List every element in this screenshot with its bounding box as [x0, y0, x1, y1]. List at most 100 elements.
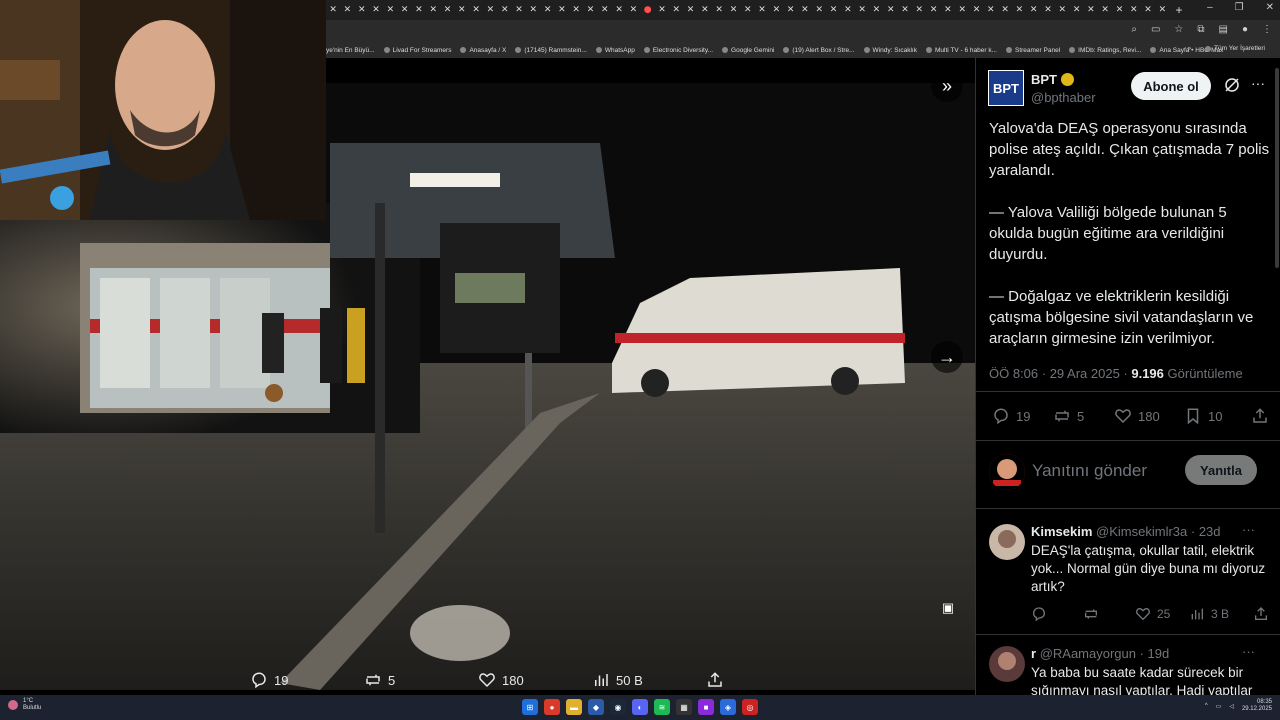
share-button[interactable] [1251, 407, 1269, 425]
browser-tab[interactable]: ✕ [926, 3, 940, 17]
author-name[interactable]: BPT [1031, 72, 1074, 87]
browser-tab[interactable]: ✕ [1084, 3, 1098, 17]
browser-tab[interactable]: ✕ [598, 3, 612, 17]
comment-views-button[interactable]: 3 B [1189, 606, 1229, 622]
browser-tab[interactable]: ✕ [726, 3, 740, 17]
media-share-button[interactable] [706, 671, 724, 689]
comment-share-button[interactable] [1253, 606, 1269, 622]
grok-icon[interactable] [1223, 76, 1241, 94]
app-icon[interactable]: ■ [698, 699, 714, 715]
bookmark-item[interactable]: Multi TV - 6 haber k... [925, 47, 997, 54]
comment-repost-button[interactable] [1083, 606, 1099, 622]
browser-tab[interactable]: ✕ [326, 3, 340, 17]
browser-tab[interactable]: ✕ [655, 3, 669, 17]
browser-tab[interactable]: ✕ [540, 3, 554, 17]
comment[interactable]: Kimsekim @Kimsekimlr3a · 23d ··· DEAŞ'la… [989, 522, 1271, 624]
browser-tab[interactable]: ✕ [397, 3, 411, 17]
browser-tab[interactable]: ✕ [984, 3, 998, 17]
browser-tab[interactable]: ✕ [369, 3, 383, 17]
network-icon[interactable]: ▭ [1216, 703, 1222, 710]
volume-icon[interactable]: ◁ [1229, 703, 1234, 710]
comment-author-handle[interactable]: @Kimsekimlr3a [1096, 524, 1187, 539]
browser-tab[interactable]: ✕ [412, 3, 426, 17]
app-icon[interactable]: ◆ [588, 699, 604, 715]
bookmark-item[interactable]: Electronic Diversity... [643, 47, 713, 54]
browser-tab[interactable]: ✕ [1055, 3, 1069, 17]
profile-icon[interactable]: ● [1242, 24, 1248, 35]
browser-tab[interactable]: ✕ [626, 3, 640, 17]
bookmarks-overflow-button[interactable]: » [1187, 45, 1191, 52]
browser-tab[interactable]: ✕ [483, 3, 497, 17]
spotify-icon[interactable]: ≋ [654, 699, 670, 715]
browser-tab[interactable]: ✕ [998, 3, 1012, 17]
browser-tab[interactable]: ✕ [355, 3, 369, 17]
extensions-icon[interactable]: ⧉ [1197, 24, 1204, 35]
new-tab-button[interactable]: + [1176, 3, 1183, 17]
browser-tab[interactable]: ✕ [1141, 3, 1155, 17]
browser-tab[interactable]: ✕ [555, 3, 569, 17]
browser-tab[interactable]: ✕ [469, 3, 483, 17]
bookmark-button[interactable]: 10 [1184, 407, 1222, 425]
browser-tab[interactable]: ✕ [512, 3, 526, 17]
browser-tab[interactable]: ✕ [498, 3, 512, 17]
browser-tab[interactable]: ✕ [969, 3, 983, 17]
browser-tab[interactable]: ✕ [569, 3, 583, 17]
weather-widget[interactable]: 1°C Bulutlu [8, 698, 41, 712]
reply-submit-button[interactable]: Yanıtla [1185, 455, 1257, 485]
zoom-icon[interactable]: ⌕ [1131, 24, 1137, 35]
browser-tab[interactable]: ● [641, 3, 655, 17]
browser-tab[interactable]: ✕ [526, 3, 540, 17]
browser-tab[interactable]: ✕ [841, 3, 855, 17]
file-explorer-icon[interactable]: ▬ [566, 699, 582, 715]
obs-icon[interactable]: ◎ [742, 699, 758, 715]
bookmark-item[interactable]: ye'nin En Büyü... [326, 47, 375, 54]
browser-tab[interactable]: ✕ [884, 3, 898, 17]
browser-tab[interactable]: ✕ [898, 3, 912, 17]
browser-tab[interactable]: ✕ [1041, 3, 1055, 17]
comment-reply-button[interactable] [1031, 606, 1047, 622]
menu-icon[interactable]: ⋮ [1262, 24, 1272, 35]
pane-scrollbar[interactable] [1275, 68, 1279, 268]
collapse-panel-button[interactable]: » [931, 70, 963, 102]
bookmark-item[interactable]: (17145) Rammstein... [515, 47, 587, 54]
discord-icon[interactable]: ◐ [632, 699, 648, 715]
comment-author-name[interactable]: Kimsekim [1031, 524, 1092, 539]
browser-tab[interactable]: ✕ [826, 3, 840, 17]
bookmark-item[interactable]: (19) Alert Box / Stre... [783, 47, 855, 54]
bookmark-item[interactable]: Livad For Streamers [383, 47, 451, 54]
browser-tab[interactable]: ✕ [455, 3, 469, 17]
browser-tab[interactable]: ✕ [698, 3, 712, 17]
cast-icon[interactable]: ▭ [1151, 24, 1160, 35]
media-views-button[interactable]: 50 B [592, 671, 643, 689]
browser-tab[interactable]: ✕ [941, 3, 955, 17]
author-avatar[interactable]: BPT [988, 70, 1024, 106]
bookmark-item[interactable]: Google Gemini [722, 47, 774, 54]
chrome-icon[interactable]: ● [544, 699, 560, 715]
next-media-button[interactable]: → [931, 341, 963, 373]
browser-tab[interactable]: ✕ [912, 3, 926, 17]
bookmark-item[interactable]: IMDb: Ratings, Revi... [1069, 47, 1141, 54]
browser-tab[interactable]: ✕ [1012, 3, 1026, 17]
bookmark-item[interactable]: Windy: Sıcaklık [863, 47, 917, 54]
browser-tab[interactable]: ✕ [340, 3, 354, 17]
browser-tab[interactable]: ✕ [426, 3, 440, 17]
comment-more-icon[interactable]: ··· [1242, 522, 1255, 537]
browser-tab[interactable]: ✕ [855, 3, 869, 17]
media-like-button[interactable]: 180 [478, 671, 524, 689]
repost-button[interactable]: 5 [1053, 407, 1084, 425]
browser-tab[interactable]: ✕ [1112, 3, 1126, 17]
post-timestamp[interactable]: ÖÖ 8:06 · 29 Ara 2025 · [989, 366, 1131, 381]
browser-tab[interactable]: ✕ [784, 3, 798, 17]
edit-image-button[interactable]: ▣ [934, 594, 962, 622]
browser-tab[interactable]: ✕ [812, 3, 826, 17]
comment-author-name[interactable]: r [1031, 646, 1036, 661]
media-repost-button[interactable]: 5 [364, 671, 395, 689]
sidebar-icon[interactable]: ▤ [1219, 24, 1228, 35]
browser-tab[interactable]: ✕ [769, 3, 783, 17]
bookmark-item[interactable]: WhatsApp [595, 47, 635, 54]
browser-tab[interactable]: ✕ [1127, 3, 1141, 17]
comment-like-button[interactable]: 25 [1135, 606, 1170, 622]
like-button[interactable]: 180 [1114, 407, 1160, 425]
browser-tab[interactable]: ✕ [712, 3, 726, 17]
browser-tab[interactable]: ✕ [741, 3, 755, 17]
